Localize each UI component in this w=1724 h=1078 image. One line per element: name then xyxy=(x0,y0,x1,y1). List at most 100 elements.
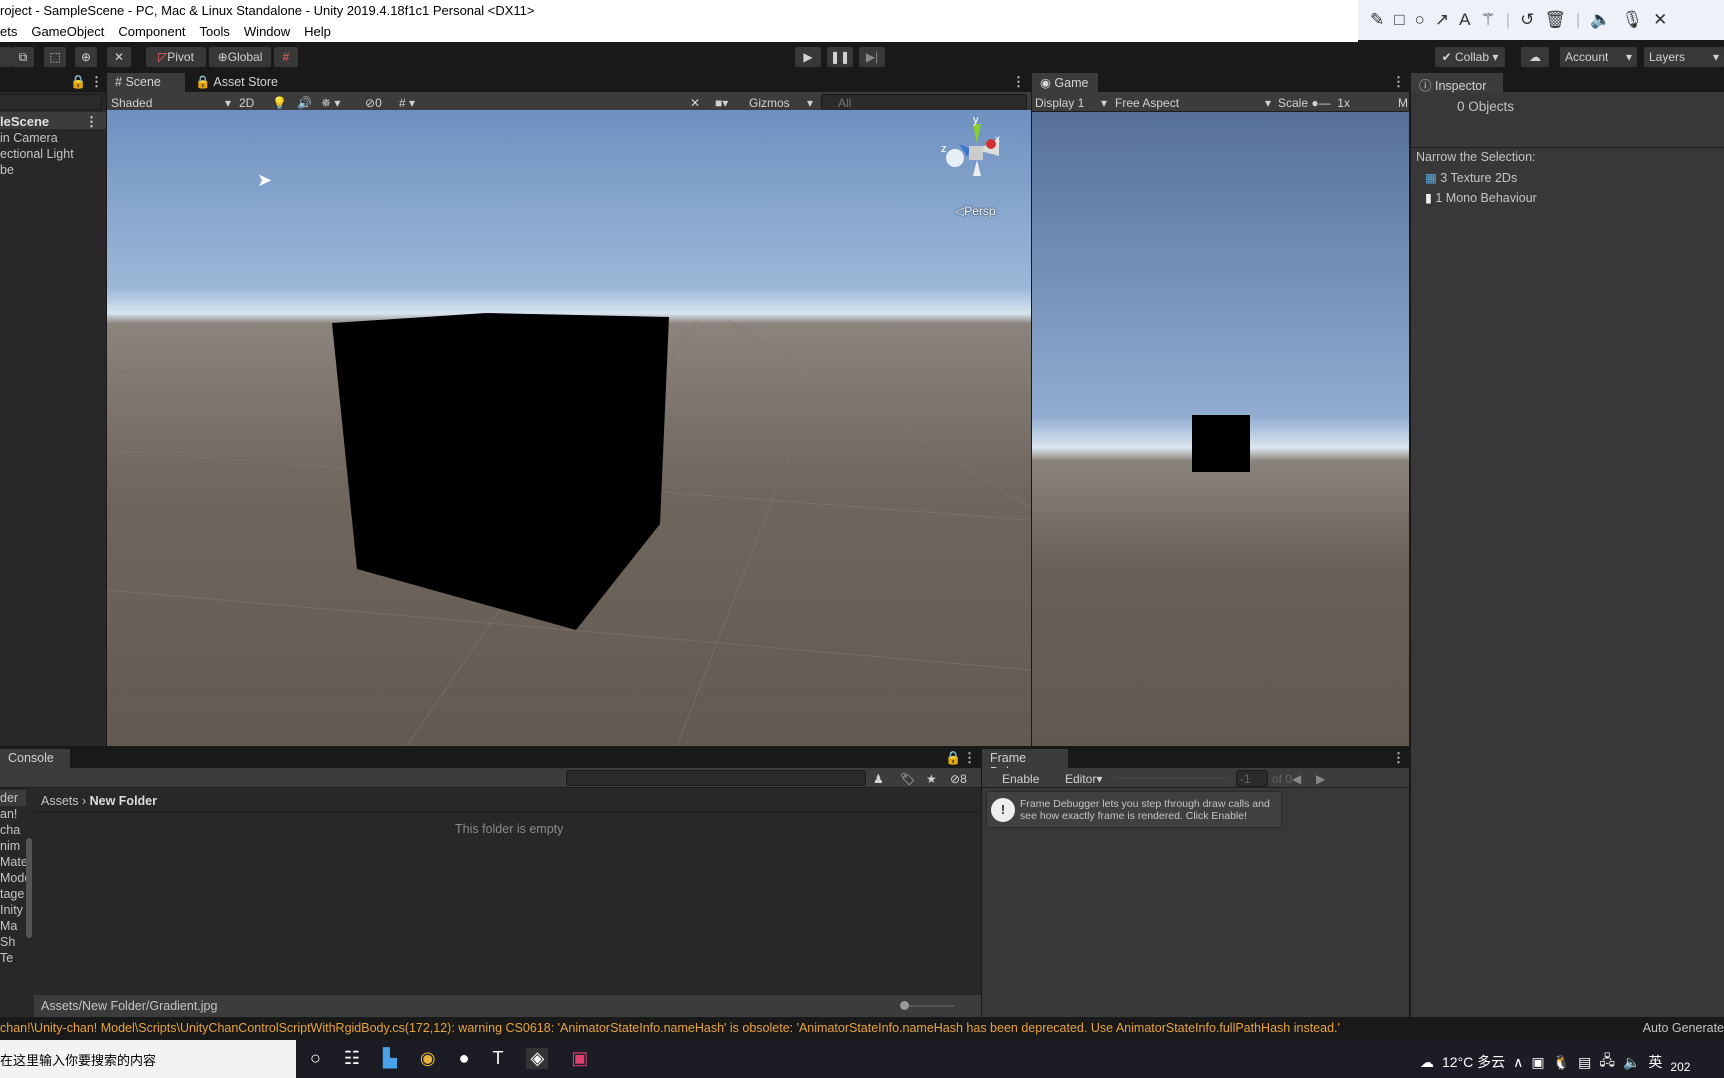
camera-dropdown-icon[interactable]: ■▾ xyxy=(715,94,728,111)
speaker-icon[interactable]: 🔈 xyxy=(1590,10,1611,30)
folder-item[interactable]: cha xyxy=(0,822,26,838)
rect-tool-icon[interactable]: ⬚ xyxy=(44,47,66,67)
menu-component[interactable]: Component xyxy=(118,24,185,42)
circle-icon[interactable]: ○ xyxy=(1415,10,1425,30)
collab-button[interactable]: ✔ Collab ▾ xyxy=(1435,47,1505,67)
folder-item[interactable]: Sh xyxy=(0,934,26,950)
rider-app-icon[interactable]: ▣ xyxy=(571,1048,588,1069)
status-bar[interactable]: chan!\Unity-chan! Model\Scripts\UnityCha… xyxy=(0,1017,1724,1040)
taskbar-search-input[interactable]: 在这里输入你要搜索的内容 xyxy=(0,1040,296,1078)
folder-item[interactable]: Mode xyxy=(0,870,26,886)
text-icon[interactable]: A xyxy=(1459,10,1470,30)
projection-toggle[interactable]: ◁Persp xyxy=(955,204,996,218)
hidden-objects-toggle[interactable]: ⊘ 0 xyxy=(365,94,382,111)
snap-icon[interactable]: # xyxy=(274,47,298,67)
tree-scrollbar[interactable] xyxy=(26,838,32,938)
account-dropdown[interactable]: Account ▾ xyxy=(1560,47,1637,67)
lighting-toggle-icon[interactable]: 💡 xyxy=(272,94,287,111)
frame-index-input[interactable]: -1 xyxy=(1236,770,1268,787)
tab-inspector[interactable]: ⓘ Inspector xyxy=(1411,73,1503,93)
folder-item[interactable]: Mate xyxy=(0,854,26,870)
breadcrumb-new-folder[interactable]: New Folder xyxy=(90,794,157,808)
more-menu-icon[interactable]: ⋮ xyxy=(1012,74,1025,90)
custom-tool-icon[interactable]: ✕ xyxy=(107,47,131,67)
typora-app-icon[interactable]: T xyxy=(492,1048,503,1069)
frame-slider[interactable] xyxy=(1116,777,1226,779)
hierarchy-item[interactable]: in Camera xyxy=(0,130,74,146)
pause-button[interactable]: ❚❚ xyxy=(827,47,853,67)
scene-row[interactable]: leScene ⋮ xyxy=(0,112,106,129)
cortana-icon[interactable]: ○ xyxy=(310,1048,321,1069)
menu-assets[interactable]: ets xyxy=(0,24,17,42)
tray-icon[interactable]: ▤ xyxy=(1578,1054,1591,1071)
tab-console[interactable]: Console xyxy=(0,749,70,768)
app-icon[interactable]: ● xyxy=(459,1048,470,1069)
magic-wand-icon[interactable]: ⚚ xyxy=(1480,10,1495,30)
effects-toggle-icon[interactable]: ✵ ▾ xyxy=(321,94,340,111)
audio-toggle-icon[interactable]: 🔊 xyxy=(297,94,312,111)
maximize-toggle[interactable]: M xyxy=(1398,94,1408,111)
folder-item[interactable]: Inity xyxy=(0,902,26,918)
tools-icon[interactable]: ✕ xyxy=(690,94,700,111)
close-icon[interactable]: ✕ xyxy=(1653,10,1667,30)
undo-icon[interactable]: ↺ xyxy=(1520,10,1534,30)
aspect-dropdown[interactable]: Free Aspect ▾ xyxy=(1115,94,1271,111)
hierarchy-item[interactable]: ectional Light xyxy=(0,146,74,162)
next-frame-button[interactable]: ▶ xyxy=(1316,770,1325,787)
more-menu-icon[interactable]: ⋮ xyxy=(1392,74,1405,90)
hierarchy-item[interactable]: be xyxy=(0,162,74,178)
weather-icon[interactable]: ☁ xyxy=(1420,1054,1434,1071)
project-search-input[interactable] xyxy=(566,770,866,786)
arrow-icon[interactable]: ↗ xyxy=(1435,10,1449,30)
qq-icon[interactable]: 🐧 xyxy=(1553,1054,1570,1071)
scale-slider[interactable]: Scale ●— 1x xyxy=(1278,94,1350,111)
shading-dropdown[interactable]: Shaded ▾ xyxy=(111,94,231,111)
grid-toggle-icon[interactable]: # ▾ xyxy=(399,94,415,111)
display-dropdown[interactable]: Display 1 ▾ xyxy=(1035,94,1107,111)
scene-search-input[interactable] xyxy=(821,94,1027,111)
scale-tool-icon[interactable]: ⧉ xyxy=(12,47,34,67)
orientation-gizmo[interactable]: y x z xyxy=(939,116,1019,196)
task-view-icon[interactable]: ☷ xyxy=(344,1048,360,1069)
transform-tool-icon[interactable]: ⊕ xyxy=(75,47,97,67)
breadcrumb-assets[interactable]: Assets xyxy=(41,794,79,808)
folder-item[interactable]: tage xyxy=(0,886,26,902)
tray-expand-icon[interactable]: ∧ xyxy=(1513,1054,1523,1071)
explorer-app-icon[interactable]: ▙ xyxy=(383,1048,397,1069)
global-button[interactable]: ⊕ Global xyxy=(209,47,271,67)
narrow-item[interactable]: ▦ 3 Texture 2Ds xyxy=(1425,170,1517,185)
pencil-icon[interactable]: ✎ xyxy=(1370,10,1384,30)
weather-text[interactable]: 12°C 多云 xyxy=(1442,1052,1505,1072)
game-viewport[interactable] xyxy=(1032,112,1409,746)
chrome-app-icon[interactable]: ◉ xyxy=(420,1048,436,1069)
folder-item[interactable]: an! xyxy=(0,806,26,822)
tray-icon[interactable]: ▣ xyxy=(1531,1054,1544,1071)
menu-tools[interactable]: Tools xyxy=(200,24,230,42)
prev-frame-button[interactable]: ◀ xyxy=(1292,770,1301,787)
tab-game[interactable]: ◉ Game xyxy=(1032,73,1098,92)
network-icon[interactable]: 🖧 xyxy=(1599,1050,1615,1074)
move-tool[interactable] xyxy=(0,47,12,67)
tab-scene[interactable]: # Scene xyxy=(107,73,185,92)
tab-asset-store[interactable]: 🔒 Asset Store xyxy=(187,73,287,92)
lock-icon[interactable]: 🔒 xyxy=(945,750,961,766)
2d-toggle[interactable]: 2D xyxy=(239,94,254,111)
filter-type-icon[interactable]: ♟ xyxy=(873,770,884,787)
clock[interactable]: 202 xyxy=(1670,1060,1690,1074)
layers-dropdown[interactable]: Layers ▾ xyxy=(1644,47,1724,67)
gizmos-dropdown[interactable]: Gizmos ▾ xyxy=(749,94,813,111)
ime-indicator[interactable]: 英 xyxy=(1648,1052,1662,1072)
hidden-packages-toggle[interactable]: ⊘ 8 xyxy=(950,770,967,787)
menu-window[interactable]: Window xyxy=(244,24,290,42)
pivot-button[interactable]: ◸ Pivot xyxy=(146,47,206,67)
tab-frame-debug[interactable]: Frame Debug xyxy=(982,749,1068,779)
hierarchy-search-input[interactable] xyxy=(0,94,102,110)
status-warning-message[interactable]: chan!\Unity-chan! Model\Scripts\UnityCha… xyxy=(0,1021,1340,1035)
folder-item[interactable]: nim xyxy=(0,838,26,854)
microphone-icon[interactable]: 🎙 xyxy=(1622,10,1644,30)
rectangle-icon[interactable]: □ xyxy=(1394,10,1404,30)
trash-icon[interactable]: 🗑 xyxy=(1544,10,1566,30)
more-menu-icon[interactable]: ⋮ xyxy=(85,114,98,130)
lock-icon[interactable]: 🔒 xyxy=(70,74,86,90)
folder-item[interactable]: Ma xyxy=(0,918,26,934)
